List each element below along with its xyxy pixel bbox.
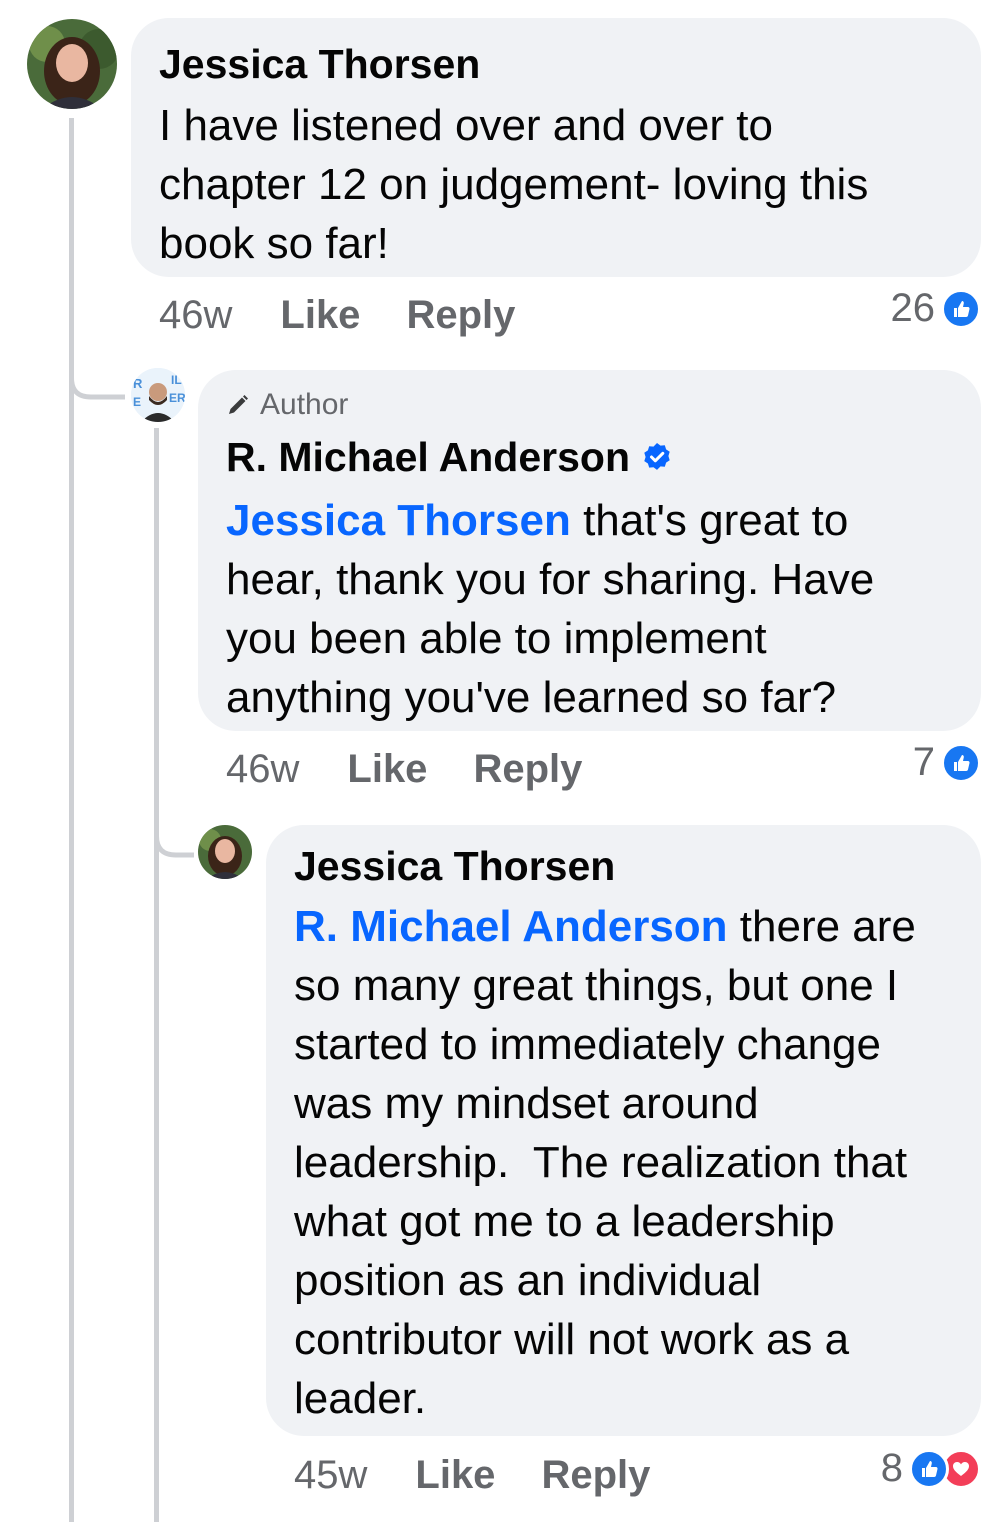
comment-bubble: Jessica Thorsen I have listened over and… — [131, 18, 981, 277]
reaction-count: 7 — [912, 740, 935, 784]
comment-author-name[interactable]: Jessica Thorsen — [159, 39, 981, 89]
reply-button[interactable]: Reply — [541, 1453, 650, 1498]
like-button[interactable]: Like — [347, 747, 427, 792]
avatar-r-michael-anderson[interactable]: R IL E ER — [131, 368, 185, 422]
timestamp[interactable]: 46w — [226, 747, 299, 792]
reaction-summary[interactable]: 8 — [881, 1446, 981, 1491]
comment-text: R. Michael Anderson there are so many gr… — [294, 902, 916, 1423]
thread-branch-1 — [69, 340, 125, 400]
reaction-summary[interactable]: 7 — [913, 740, 981, 785]
like-button[interactable]: Like — [415, 1453, 495, 1498]
reaction-summary[interactable]: 26 — [890, 286, 981, 331]
comment-bubble: Jessica Thorsen R. Michael Anderson ther… — [266, 825, 981, 1436]
thread-line-main — [69, 118, 74, 1522]
reaction-count: 26 — [890, 286, 936, 330]
comment-meta: 46w Like Reply — [159, 293, 561, 338]
like-icon — [909, 1448, 949, 1489]
avatar-jessica-thorsen[interactable] — [27, 19, 117, 109]
author-badge: Author — [226, 388, 981, 422]
reaction-count: 8 — [880, 1446, 903, 1490]
reply-button[interactable]: Reply — [473, 747, 582, 792]
svg-text:ER: ER — [169, 391, 185, 405]
verified-badge-icon — [644, 443, 670, 470]
thread-line-reply — [154, 428, 159, 1522]
avatar-jessica-thorsen[interactable] — [198, 825, 252, 879]
timestamp[interactable]: 46w — [159, 293, 232, 338]
like-button[interactable]: Like — [280, 293, 360, 338]
like-icon — [941, 288, 981, 329]
thread-branch-2 — [154, 810, 194, 858]
reply-button[interactable]: Reply — [406, 293, 515, 338]
like-icon — [941, 742, 981, 783]
mention-link[interactable]: Jessica Thorsen — [226, 496, 571, 545]
pencil-icon — [229, 395, 248, 414]
comment-text: Jessica Thorsen that's great to hear, th… — [226, 496, 875, 722]
svg-text:R: R — [133, 376, 143, 391]
svg-text:E: E — [133, 395, 141, 409]
timestamp[interactable]: 45w — [294, 1453, 367, 1498]
comment-text: I have listened over and over to chapter… — [159, 101, 869, 268]
comment-bubble: Author R. Michael Anderson Jessica Thors… — [198, 370, 981, 731]
comment-author-name: R. Michael Anderson — [226, 432, 981, 482]
comment-author-name[interactable]: Jessica Thorsen — [294, 841, 981, 891]
svg-text:IL: IL — [171, 373, 182, 387]
comment-meta: 45w Like Reply — [294, 1453, 696, 1498]
mention-link[interactable]: R. Michael Anderson — [294, 902, 728, 951]
comment-meta: 46w Like Reply — [226, 747, 628, 792]
